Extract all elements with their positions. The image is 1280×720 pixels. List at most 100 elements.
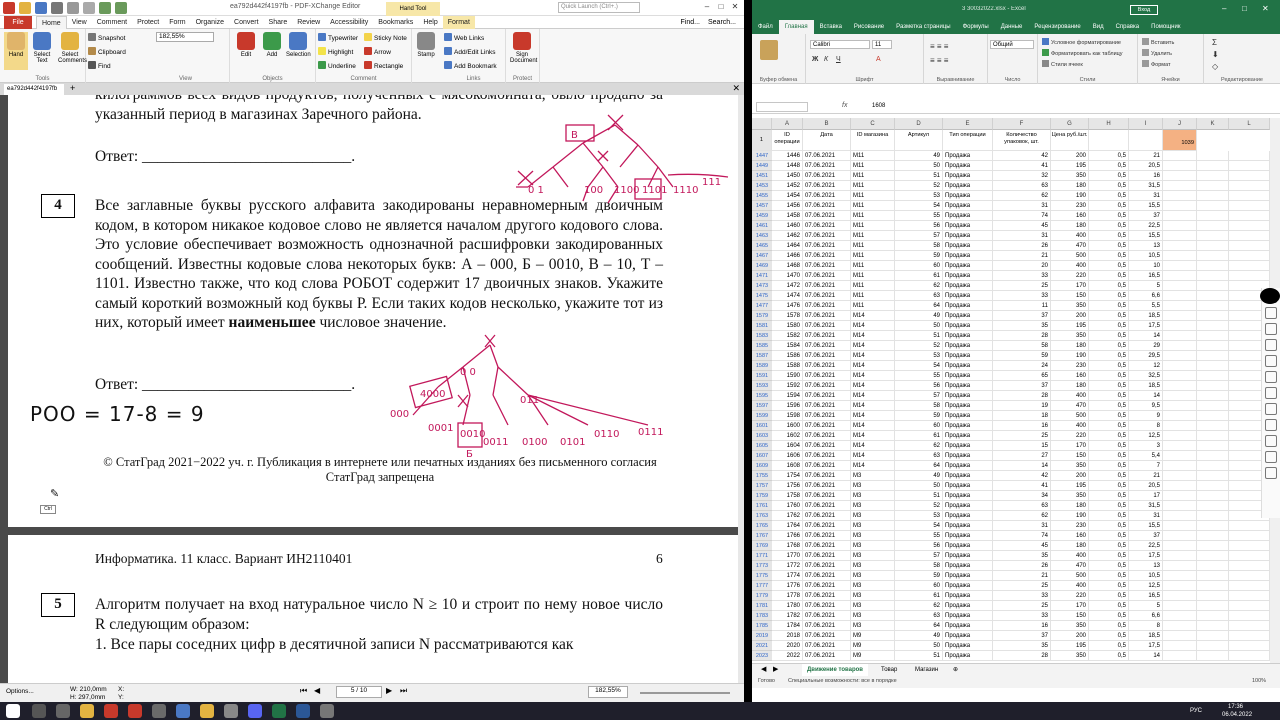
table-cell[interactable]: 180 [1051, 221, 1089, 231]
table-cell[interactable]: 07.06.2021 [803, 461, 851, 471]
table-cell[interactable]: M3 [851, 521, 895, 531]
table-cell[interactable]: 51 [895, 331, 943, 341]
table-cell[interactable]: 16 [993, 421, 1051, 431]
table-cell[interactable] [1197, 151, 1229, 161]
table-cell[interactable]: 1756 [772, 481, 803, 491]
table-cell[interactable]: 50 [895, 641, 943, 651]
table-cell[interactable]: 61 [895, 591, 943, 601]
table-cell[interactable]: 07.06.2021 [803, 631, 851, 641]
table-cell[interactable] [1229, 581, 1270, 591]
table-cell[interactable] [1229, 261, 1270, 271]
select-comments-button[interactable]: Select Comments [58, 32, 87, 64]
table-cell[interactable]: Продажа [943, 171, 993, 181]
quick-launch-input[interactable]: Quick Launch (Ctrl+.) [558, 2, 640, 13]
table-cell[interactable]: 160 [1051, 211, 1089, 221]
table-cell[interactable]: 160 [1051, 371, 1089, 381]
table-cell[interactable] [1163, 351, 1197, 361]
table-cell[interactable]: 1760 [772, 501, 803, 511]
table-cell[interactable]: 07.06.2021 [803, 271, 851, 281]
row-number[interactable]: 1597 [752, 401, 772, 411]
table-cell[interactable]: M9 [851, 641, 895, 651]
table-cell[interactable]: 18,5 [1129, 631, 1163, 641]
table-cell[interactable]: Продажа [943, 371, 993, 381]
table-cell[interactable]: 1476 [772, 301, 803, 311]
table-cell[interactable]: Продажа [943, 591, 993, 601]
column-header[interactable]: H [1089, 118, 1129, 130]
table-cell[interactable]: Продажа [943, 271, 993, 281]
table-cell[interactable]: Продажа [943, 631, 993, 641]
sign-document-button[interactable]: Sign Document [510, 32, 537, 64]
table-cell[interactable] [1197, 381, 1229, 391]
table-cell[interactable]: 180 [1051, 181, 1089, 191]
table-cell[interactable]: 5 [1129, 601, 1163, 611]
table-cell[interactable]: 07.06.2021 [803, 561, 851, 571]
table-cell[interactable]: 0,5 [1089, 551, 1129, 561]
row-number[interactable]: 1781 [752, 601, 772, 611]
table-cell[interactable]: 62 [895, 601, 943, 611]
row-number[interactable]: 1477 [752, 301, 772, 311]
color-icon[interactable] [1265, 435, 1277, 447]
table-cell[interactable]: 07.06.2021 [803, 451, 851, 461]
table-cell[interactable]: 59 [895, 411, 943, 421]
table-cell[interactable]: 64 [895, 621, 943, 631]
table-cell[interactable] [1229, 651, 1270, 661]
underline-icon[interactable]: Ч [836, 56, 841, 63]
table-cell[interactable]: 190 [1051, 191, 1089, 201]
table-cell[interactable] [1229, 221, 1270, 231]
table-cell[interactable] [1163, 391, 1197, 401]
table-cell[interactable] [1163, 471, 1197, 481]
table-cell[interactable]: 400 [1051, 261, 1089, 271]
table-cell[interactable]: 1754 [772, 471, 803, 481]
table-cell[interactable]: 63 [895, 451, 943, 461]
table-cell[interactable]: 07.06.2021 [803, 491, 851, 501]
table-cell[interactable]: M11 [851, 251, 895, 261]
table-cell[interactable] [1163, 601, 1197, 611]
table-cell[interactable]: 07.06.2021 [803, 431, 851, 441]
table-cell[interactable]: 1598 [772, 411, 803, 421]
table-cell[interactable]: 13 [1129, 561, 1163, 571]
table-cell[interactable]: 16,5 [1129, 271, 1163, 281]
table-cell[interactable]: 0,5 [1089, 241, 1129, 251]
column-header[interactable]: L [1229, 118, 1270, 130]
table-cell[interactable]: 74 [993, 211, 1051, 221]
table-cell[interactable]: 41 [993, 481, 1051, 491]
row-number[interactable]: 1457 [752, 201, 772, 211]
table-cell[interactable]: 1468 [772, 261, 803, 271]
table-cell[interactable] [1163, 191, 1197, 201]
table-cell[interactable]: Продажа [943, 651, 993, 661]
table-cell[interactable]: 31 [1129, 191, 1163, 201]
align-icons[interactable]: ≡ ≡ ≡ [930, 42, 948, 51]
table-cell[interactable]: 200 [1051, 151, 1089, 161]
column-header[interactable]: G [1051, 118, 1089, 130]
table-cell[interactable]: 27 [993, 451, 1051, 461]
redo-icon[interactable] [1265, 387, 1277, 399]
table-cell[interactable] [1197, 521, 1229, 531]
table-cell[interactable]: 0,5 [1089, 621, 1129, 631]
table-cell[interactable]: 33 [993, 611, 1051, 621]
table-cell[interactable]: 1452 [772, 181, 803, 191]
table-cell[interactable]: Продажа [943, 341, 993, 351]
table-cell[interactable]: 32,5 [1129, 371, 1163, 381]
table-cell[interactable]: 5 [1129, 281, 1163, 291]
table-cell[interactable] [1229, 271, 1270, 281]
row-number[interactable]: 1755 [752, 471, 772, 481]
table-cell[interactable] [1163, 531, 1197, 541]
table-cell[interactable] [1229, 561, 1270, 571]
file-menu[interactable]: File [4, 16, 32, 29]
table-cell[interactable]: 34 [993, 491, 1051, 501]
find-ribbon-button[interactable]: Find [88, 61, 111, 70]
table-cell[interactable]: 1448 [772, 161, 803, 171]
row-number[interactable]: 1459 [752, 211, 772, 221]
table-cell[interactable]: 0,5 [1089, 561, 1129, 571]
search-button[interactable]: Search... [704, 16, 740, 29]
table-cell[interactable]: 0,5 [1089, 601, 1129, 611]
table-cell[interactable] [1163, 481, 1197, 491]
table-cell[interactable] [1197, 421, 1229, 431]
table-cell[interactable]: 1602 [772, 431, 803, 441]
table-cell[interactable]: 0,5 [1089, 521, 1129, 531]
table-cell[interactable] [1197, 601, 1229, 611]
table-cell[interactable]: M11 [851, 191, 895, 201]
table-cell[interactable]: Продажа [943, 491, 993, 501]
table-cell[interactable]: 0,5 [1089, 381, 1129, 391]
table-cell[interactable] [1197, 501, 1229, 511]
